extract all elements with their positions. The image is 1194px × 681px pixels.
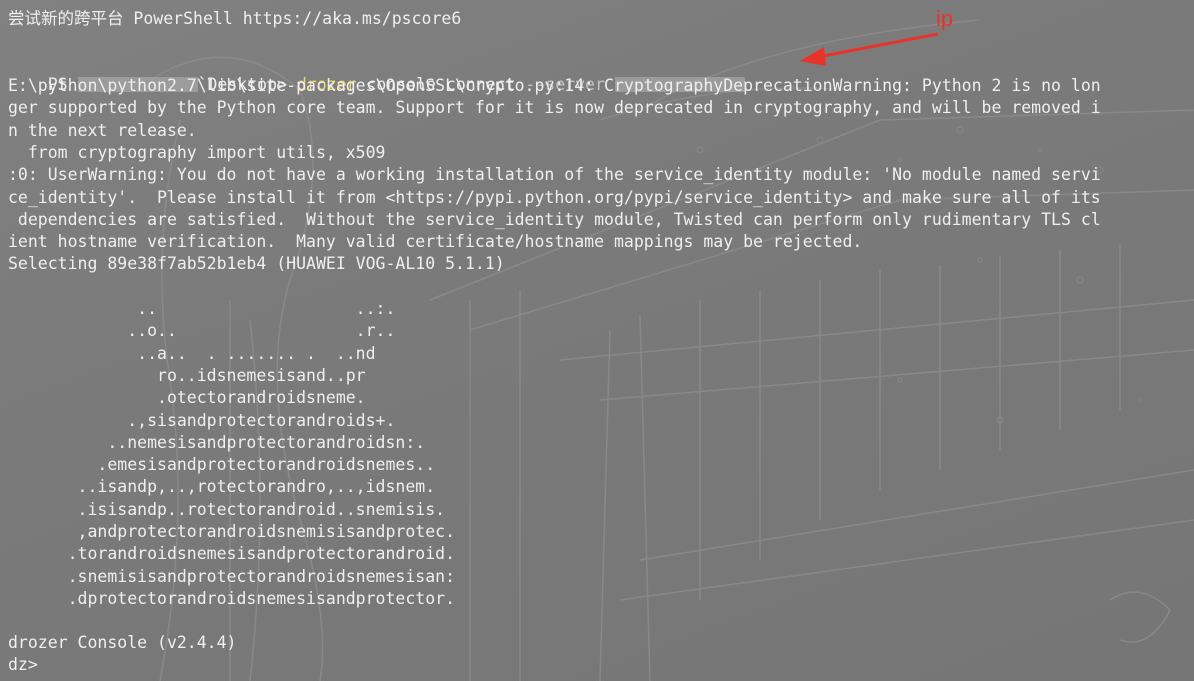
annotation-arrow [800,32,939,66]
banner-line: 尝试新的跨平台 PowerShell https://aka.ms/pscore… [8,9,462,28]
powershell-terminal[interactable]: 尝试新的跨平台 PowerShell https://aka.ms/pscore… [0,0,1194,681]
ascii-art-line: ro..idsnemesisand..pr [8,365,366,385]
output-line: :0: UserWarning: You do not have a worki… [8,165,1101,185]
ascii-art-line: ..isandp,..,rotectorandro,..,idsnem. [8,477,436,497]
ascii-art-line: .snemisisandprotectorandroidsnemesisan: [8,566,456,586]
ascii-art-line: .,sisandprotectorandroids+. [8,410,396,430]
output-line: Selecting 89e38f7ab52b1eb4 (HUAWEI VOG-A… [8,254,505,274]
output-line: ce_identity'. Please install it from <ht… [8,187,1101,207]
output-line: ger supported by the Python core team. S… [8,98,1101,118]
ascii-art-line: ..a.. . ....... . ..nd [8,343,376,363]
ascii-art-line: .emesisandprotectorandroidsnemes.. [8,455,436,475]
ascii-art-line: .otectorandroidsneme. [8,388,366,408]
output-line: dependencies are satisfied. Without the … [8,209,1101,229]
output-line: E:\python\python2.7\lib\site-packages\Op… [8,76,1101,95]
output-line: from cryptography import utils, x509 [8,142,386,162]
ascii-art-line: ,andprotectorandroidsnemisisandprotec. [8,522,456,541]
output-line: n the next release. [8,120,197,140]
ascii-art-line: .. ..:. [8,299,396,318]
dz-prompt[interactable]: dz> [8,654,38,676]
ascii-art-line: .dprotectorandroidsnemesisandprotector. [8,588,456,608]
console-version: drozer Console (v2.4.4) [8,633,237,652]
ascii-art-line: ..nemesisandprotectorandroidsn:. [8,432,426,452]
ascii-art-line: .torandroidsnemesisandprotectorandroid. [8,544,456,564]
ascii-art-line: ..o.. .r.. [8,321,396,341]
ascii-art-line: .isisandp..rotectorandroid..snemisis. [8,499,446,519]
output-line: ient hostname verification. Many valid c… [8,232,863,252]
